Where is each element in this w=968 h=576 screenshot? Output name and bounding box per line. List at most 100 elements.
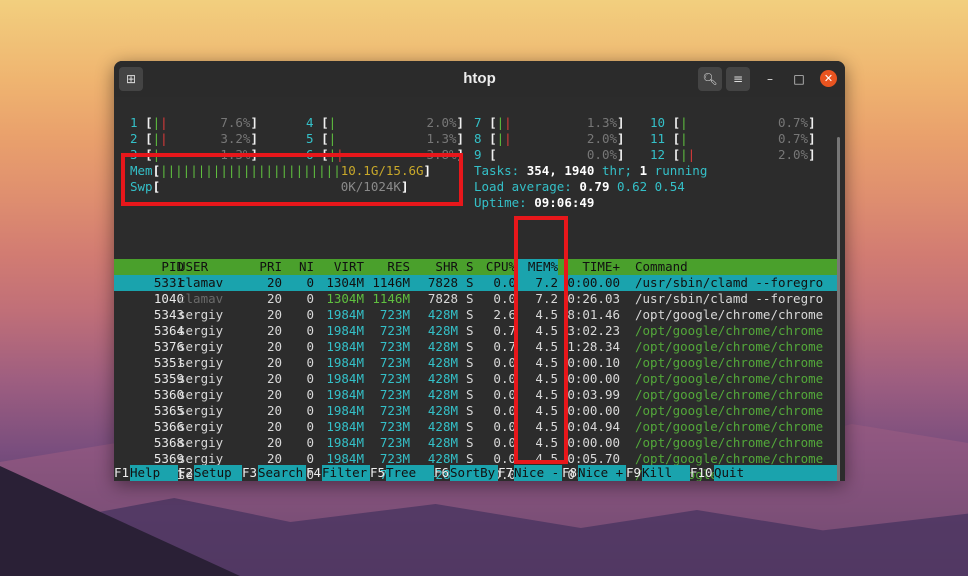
cell-command: /usr/sbin/clamd --foregro [635,275,824,290]
table-row[interactable]: 5366 sergiy 20 0 1984M 723M 428M S 0.0 4.5 0:04.94… [114,419,837,435]
fkey-search[interactable]: Search [258,465,306,481]
cell-command: /opt/google/chrome/chrome [635,387,824,402]
cpu-meter: 5 [| 1.3%] [306,131,465,146]
cell-shr: 428M [427,355,458,370]
scrollbar[interactable] [837,137,840,481]
fkey-nice-minus[interactable]: Nice - [514,465,562,481]
fkey-f2[interactable]: F2 [178,465,193,481]
col-time[interactable]: TIME+ [562,259,620,275]
fkey-quit[interactable]: Quit [714,465,837,481]
cell-user: clamav [178,275,224,290]
table-row[interactable]: 5351 sergiy 20 0 1984M 723M 428M S 0.0 4.5 0:00.10… [114,355,837,371]
fkey-help[interactable]: Help [130,465,178,481]
cell-shr: 428M [427,307,458,322]
table-row[interactable]: 5376 sergiy 20 0 1984M 723M 428M S 0.7 4.5 1:28.34… [114,339,837,355]
minimize-icon[interactable]: – [758,67,782,91]
cell-command: /opt/google/chrome/chrome [635,323,824,338]
fkey-f1[interactable]: F1 [114,465,129,481]
fkey-sortby[interactable]: SortBy [450,465,498,481]
cell-command: /opt/google/chrome/chrome [635,435,824,450]
fkey-f5[interactable]: F5 [370,465,385,481]
cell-res: 723M [379,323,410,338]
cell-pri: 20 [266,339,282,354]
cpu-meter: 11 [| 0.7%] [650,131,816,146]
cell-res: 723M [379,387,410,402]
process-table-header[interactable]: PID USER PRI NI VIRT RES SHR S CPU% MEM%… [114,259,837,275]
fkey-f8[interactable]: F8 [562,465,577,481]
close-icon[interactable]: ✕ [820,70,837,87]
cell-state: S [466,323,474,338]
col-pid[interactable]: PID [122,259,184,275]
cell-cpu: 0.0 [493,355,516,370]
cell-state: S [466,371,474,386]
fkey-f3[interactable]: F3 [242,465,257,481]
fkey-nice-plus[interactable]: Nice + [578,465,626,481]
table-row-selected[interactable]: 5331 clamav 20 0 1304M 1146M 7828 S 0.0 7.2 0:00.0… [114,275,837,291]
col-pri[interactable]: PRI [244,259,282,275]
fkey-f10[interactable]: F10 [690,465,713,481]
col-res[interactable]: RES [362,259,410,275]
cell-virt: 1984M [326,323,364,338]
fkey-filter[interactable]: Filter [322,465,370,481]
table-row[interactable]: 5368 sergiy 20 0 1984M 723M 428M S 0.0 4.5 0:00.00… [114,435,837,451]
fkey-f6[interactable]: F6 [434,465,449,481]
table-row[interactable]: 5364 sergiy 20 0 1984M 723M 428M S 0.7 4.5 3:02.23… [114,323,837,339]
cell-state: S [466,307,474,322]
cell-shr: 428M [427,435,458,450]
cell-state: S [466,339,474,354]
col-ni[interactable]: NI [284,259,314,275]
cell-res: 723M [379,419,410,434]
cell-command: /opt/google/chrome/chrome [635,307,824,322]
cell-virt: 1984M [326,307,364,322]
fkey-kill[interactable]: Kill [642,465,690,481]
table-row[interactable]: 5343 sergiy 20 0 1984M 723M 428M S 2.6 4.5 8:01.46… [114,307,837,323]
col-virt[interactable]: VIRT [314,259,364,275]
col-command[interactable]: Command [635,259,688,275]
cpu-meter: 10 [| 0.7%] [650,115,816,130]
table-row[interactable]: 5365 sergiy 20 0 1984M 723M 428M S 0.0 4.5 0:00.00… [114,403,837,419]
cell-cpu: 0.0 [493,403,516,418]
cell-shr: 428M [427,419,458,434]
search-icon[interactable]: 🔍︎ [698,67,722,91]
cell-virt: 1984M [326,387,364,402]
hamburger-menu-icon[interactable]: ≡ [726,67,750,91]
cell-user: sergiy [178,339,224,354]
cell-res: 1146M [372,275,410,290]
fkey-f4[interactable]: F4 [306,465,321,481]
cell-virt: 1304M [326,291,364,306]
cell-state: S [466,435,474,450]
cell-ni: 0 [306,403,314,418]
cell-user: sergiy [178,435,224,450]
table-row[interactable]: 1040 clamav 20 0 1304M 1146M 7828 S 0.0 7.2 0:26.0… [114,291,837,307]
col-cpu[interactable]: CPU% [474,259,516,275]
cell-time: 0:00.00 [567,275,620,290]
cell-command: /opt/google/chrome/chrome [635,419,824,434]
cell-time: 0:00.00 [567,403,620,418]
cell-cpu: 0.0 [493,435,516,450]
maximize-icon[interactable]: □ [787,67,811,91]
table-row[interactable]: 5360 sergiy 20 0 1984M 723M 428M S 0.0 4.5 0:03.99… [114,387,837,403]
cell-state: S [466,403,474,418]
cell-cpu: 0.0 [493,419,516,434]
cell-shr: 428M [427,371,458,386]
cell-time: 3:02.23 [567,323,620,338]
memory-highlight-box [121,153,463,206]
cell-cpu: 0.0 [493,387,516,402]
fkey-tree[interactable]: Tree [386,465,434,481]
col-user[interactable]: USER [178,259,208,275]
cell-pid: 5364 [153,323,184,338]
cell-command: /opt/google/chrome/chrome [635,371,824,386]
cell-pid: 5343 [153,307,184,322]
table-row[interactable]: 5359 sergiy 20 0 1984M 723M 428M S 0.0 4.5 0:00.00… [114,371,837,387]
cell-cpu: 2.6 [493,307,516,322]
cell-res: 723M [379,403,410,418]
fkey-f7[interactable]: F7 [498,465,513,481]
titlebar[interactable]: ⊞ htop 🔍︎ ≡ – □ ✕ [114,61,845,97]
fkey-setup[interactable]: Setup [194,465,242,481]
col-state[interactable]: S [466,259,474,275]
terminal-window[interactable]: ⊞ htop 🔍︎ ≡ – □ ✕ 1 [|| 7.6%] 2 [|| 3.2%… [114,61,845,481]
cell-cpu: 0.0 [493,371,516,386]
col-shr[interactable]: SHR [410,259,458,275]
fkey-f9[interactable]: F9 [626,465,641,481]
cell-res: 723M [379,339,410,354]
